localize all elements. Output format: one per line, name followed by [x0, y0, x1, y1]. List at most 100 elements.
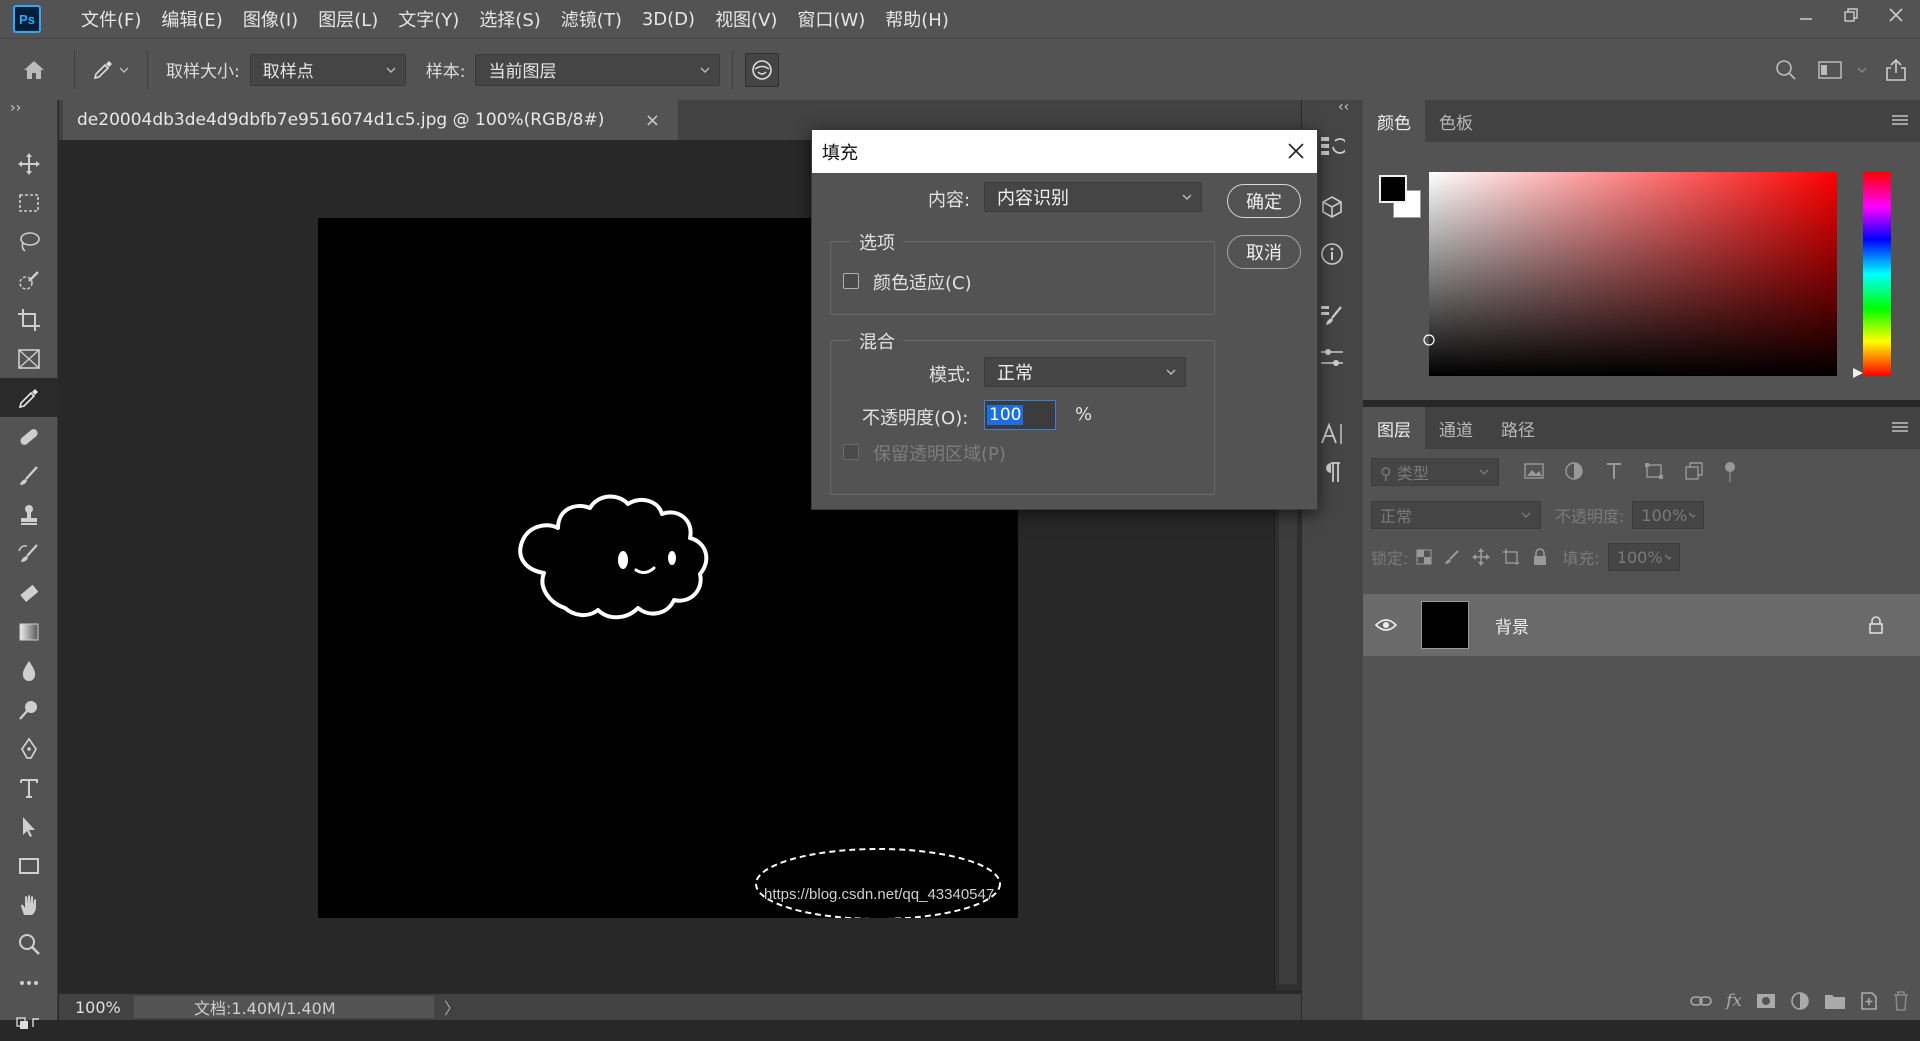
dialog-titlebar[interactable]: 填充: [812, 130, 1317, 173]
new-group-icon[interactable]: [1824, 992, 1846, 1010]
eraser-tool[interactable]: [0, 573, 58, 612]
sample-size-select[interactable]: 取样点: [249, 53, 406, 86]
lock-artboard-icon[interactable]: [1502, 548, 1520, 566]
filter-pixel-icon[interactable]: [1523, 461, 1545, 481]
menu-filter[interactable]: 滤镜(T): [561, 6, 622, 32]
pen-tool[interactable]: [0, 729, 58, 768]
link-layers-icon[interactable]: [1690, 994, 1712, 1008]
workspace-chevron[interactable]: [1852, 66, 1872, 74]
restore-button[interactable]: [1830, 0, 1872, 30]
collapse-panels-toggle[interactable]: ‹‹: [1338, 99, 1349, 115]
lock-all-icon[interactable]: [1532, 548, 1548, 566]
tool-preset-picker[interactable]: [81, 59, 141, 81]
menu-help[interactable]: 帮助(H): [885, 6, 949, 32]
layer-opacity-field[interactable]: 100%: [1632, 501, 1705, 529]
default-colors[interactable]: [0, 1002, 58, 1041]
menu-edit[interactable]: 编辑(E): [161, 6, 222, 32]
crop-tool[interactable]: [0, 300, 58, 339]
hue-slider-marker[interactable]: [1853, 368, 1863, 378]
move-tool[interactable]: [0, 144, 58, 183]
hand-tool[interactable]: [0, 885, 58, 924]
lasso-tool[interactable]: [0, 222, 58, 261]
filter-type-icon[interactable]: [1603, 461, 1625, 481]
content-select[interactable]: 内容识别: [984, 182, 1202, 212]
close-icon[interactable]: [1287, 142, 1305, 160]
zoom-tool[interactable]: [0, 924, 58, 963]
search-button[interactable]: [1764, 59, 1808, 81]
opacity-input[interactable]: 100: [984, 400, 1056, 430]
minimize-button[interactable]: [1785, 0, 1827, 30]
close-window-button[interactable]: [1875, 0, 1917, 30]
preserve-transparency-checkbox[interactable]: [843, 444, 859, 460]
workspace-button[interactable]: [1808, 60, 1852, 80]
menu-image[interactable]: 图像(I): [243, 6, 298, 32]
brush-settings-button[interactable]: [1316, 300, 1348, 332]
paragraph-panel-button[interactable]: [1316, 456, 1348, 488]
layer-row[interactable]: 背景: [1363, 594, 1920, 656]
layer-mask-icon[interactable]: [1756, 993, 1776, 1009]
brush-tool[interactable]: [0, 456, 58, 495]
3d-panel-button[interactable]: [1316, 192, 1348, 224]
tab-color[interactable]: 颜色: [1363, 100, 1425, 142]
close-tab-button[interactable]: ×: [645, 110, 660, 131]
filter-toggle-icon[interactable]: [1723, 461, 1737, 483]
tab-paths[interactable]: 路径: [1487, 407, 1549, 449]
history-panel-button[interactable]: [1316, 130, 1348, 162]
menu-window[interactable]: 窗口(W): [797, 6, 865, 32]
layer-style-button[interactable]: fx: [1726, 991, 1742, 1011]
adjustments-button[interactable]: [1316, 342, 1348, 374]
tab-channels[interactable]: 通道: [1425, 407, 1487, 449]
info-panel-button[interactable]: [1316, 238, 1348, 270]
mode-select[interactable]: 正常: [984, 357, 1186, 387]
lock-transparent-icon[interactable]: [1416, 549, 1432, 565]
dodge-tool[interactable]: [0, 690, 58, 729]
home-button[interactable]: [0, 59, 68, 81]
menu-file[interactable]: 文件(F): [81, 6, 141, 32]
more-tools[interactable]: [0, 963, 58, 1002]
foreground-color-swatch[interactable]: [1379, 175, 1407, 203]
eyedropper-tool[interactable]: [0, 378, 58, 417]
share-button[interactable]: [1872, 58, 1920, 82]
layer-visibility-toggle[interactable]: [1363, 618, 1409, 632]
hue-slider[interactable]: [1863, 172, 1891, 376]
panel-menu-icon[interactable]: [1892, 421, 1908, 433]
sample-ring-button[interactable]: [745, 52, 780, 87]
document-tab[interactable]: de20004db3de4d9dbfb7e9516074d1c5.jpg @ 1…: [63, 100, 678, 140]
menu-layer[interactable]: 图层(L): [318, 6, 378, 32]
quick-selection-tool[interactable]: [0, 261, 58, 300]
rectangle-tool[interactable]: [0, 846, 58, 885]
menu-select[interactable]: 选择(S): [479, 6, 540, 32]
collapse-tools-toggle[interactable]: ››: [10, 100, 21, 116]
blend-mode-select[interactable]: 正常: [1371, 501, 1541, 529]
history-brush-tool[interactable]: [0, 534, 58, 573]
color-field[interactable]: [1423, 172, 1837, 376]
marquee-tool[interactable]: [0, 183, 58, 222]
layer-fill-field[interactable]: 100%: [1607, 543, 1680, 571]
menu-3d[interactable]: 3D(D): [642, 9, 695, 30]
adjustment-layer-icon[interactable]: [1790, 991, 1810, 1011]
layer-name[interactable]: 背景: [1495, 613, 1529, 638]
healing-brush-tool[interactable]: [0, 417, 58, 456]
tab-swatches[interactable]: 色板: [1425, 100, 1487, 142]
type-tool[interactable]: [0, 768, 58, 807]
lock-position-icon[interactable]: [1472, 548, 1491, 566]
menu-view[interactable]: 视图(V): [715, 6, 777, 32]
cancel-button[interactable]: 取消: [1227, 235, 1301, 269]
sample-select[interactable]: 当前图层: [475, 53, 721, 86]
menu-type[interactable]: 文字(Y): [398, 6, 459, 32]
panel-menu-icon[interactable]: [1892, 114, 1908, 126]
lock-pixels-icon[interactable]: [1444, 549, 1460, 565]
layer-filter-select[interactable]: ⚲ 类型: [1371, 458, 1499, 486]
blur-tool[interactable]: [0, 651, 58, 690]
filter-shape-icon[interactable]: [1643, 461, 1665, 481]
color-adapt-checkbox[interactable]: [843, 273, 859, 289]
tab-layers[interactable]: 图层: [1363, 407, 1425, 449]
filter-adjustment-icon[interactable]: [1563, 461, 1585, 481]
character-panel-button[interactable]: [1316, 418, 1348, 450]
zoom-level[interactable]: 100%: [59, 998, 134, 1017]
document-info[interactable]: 文档:1.40M/1.40M: [134, 996, 434, 1018]
ok-button[interactable]: 确定: [1227, 184, 1301, 218]
status-arrow[interactable]: 〉: [444, 995, 460, 1019]
delete-layer-icon[interactable]: [1892, 991, 1910, 1011]
path-selection-tool[interactable]: [0, 807, 58, 846]
